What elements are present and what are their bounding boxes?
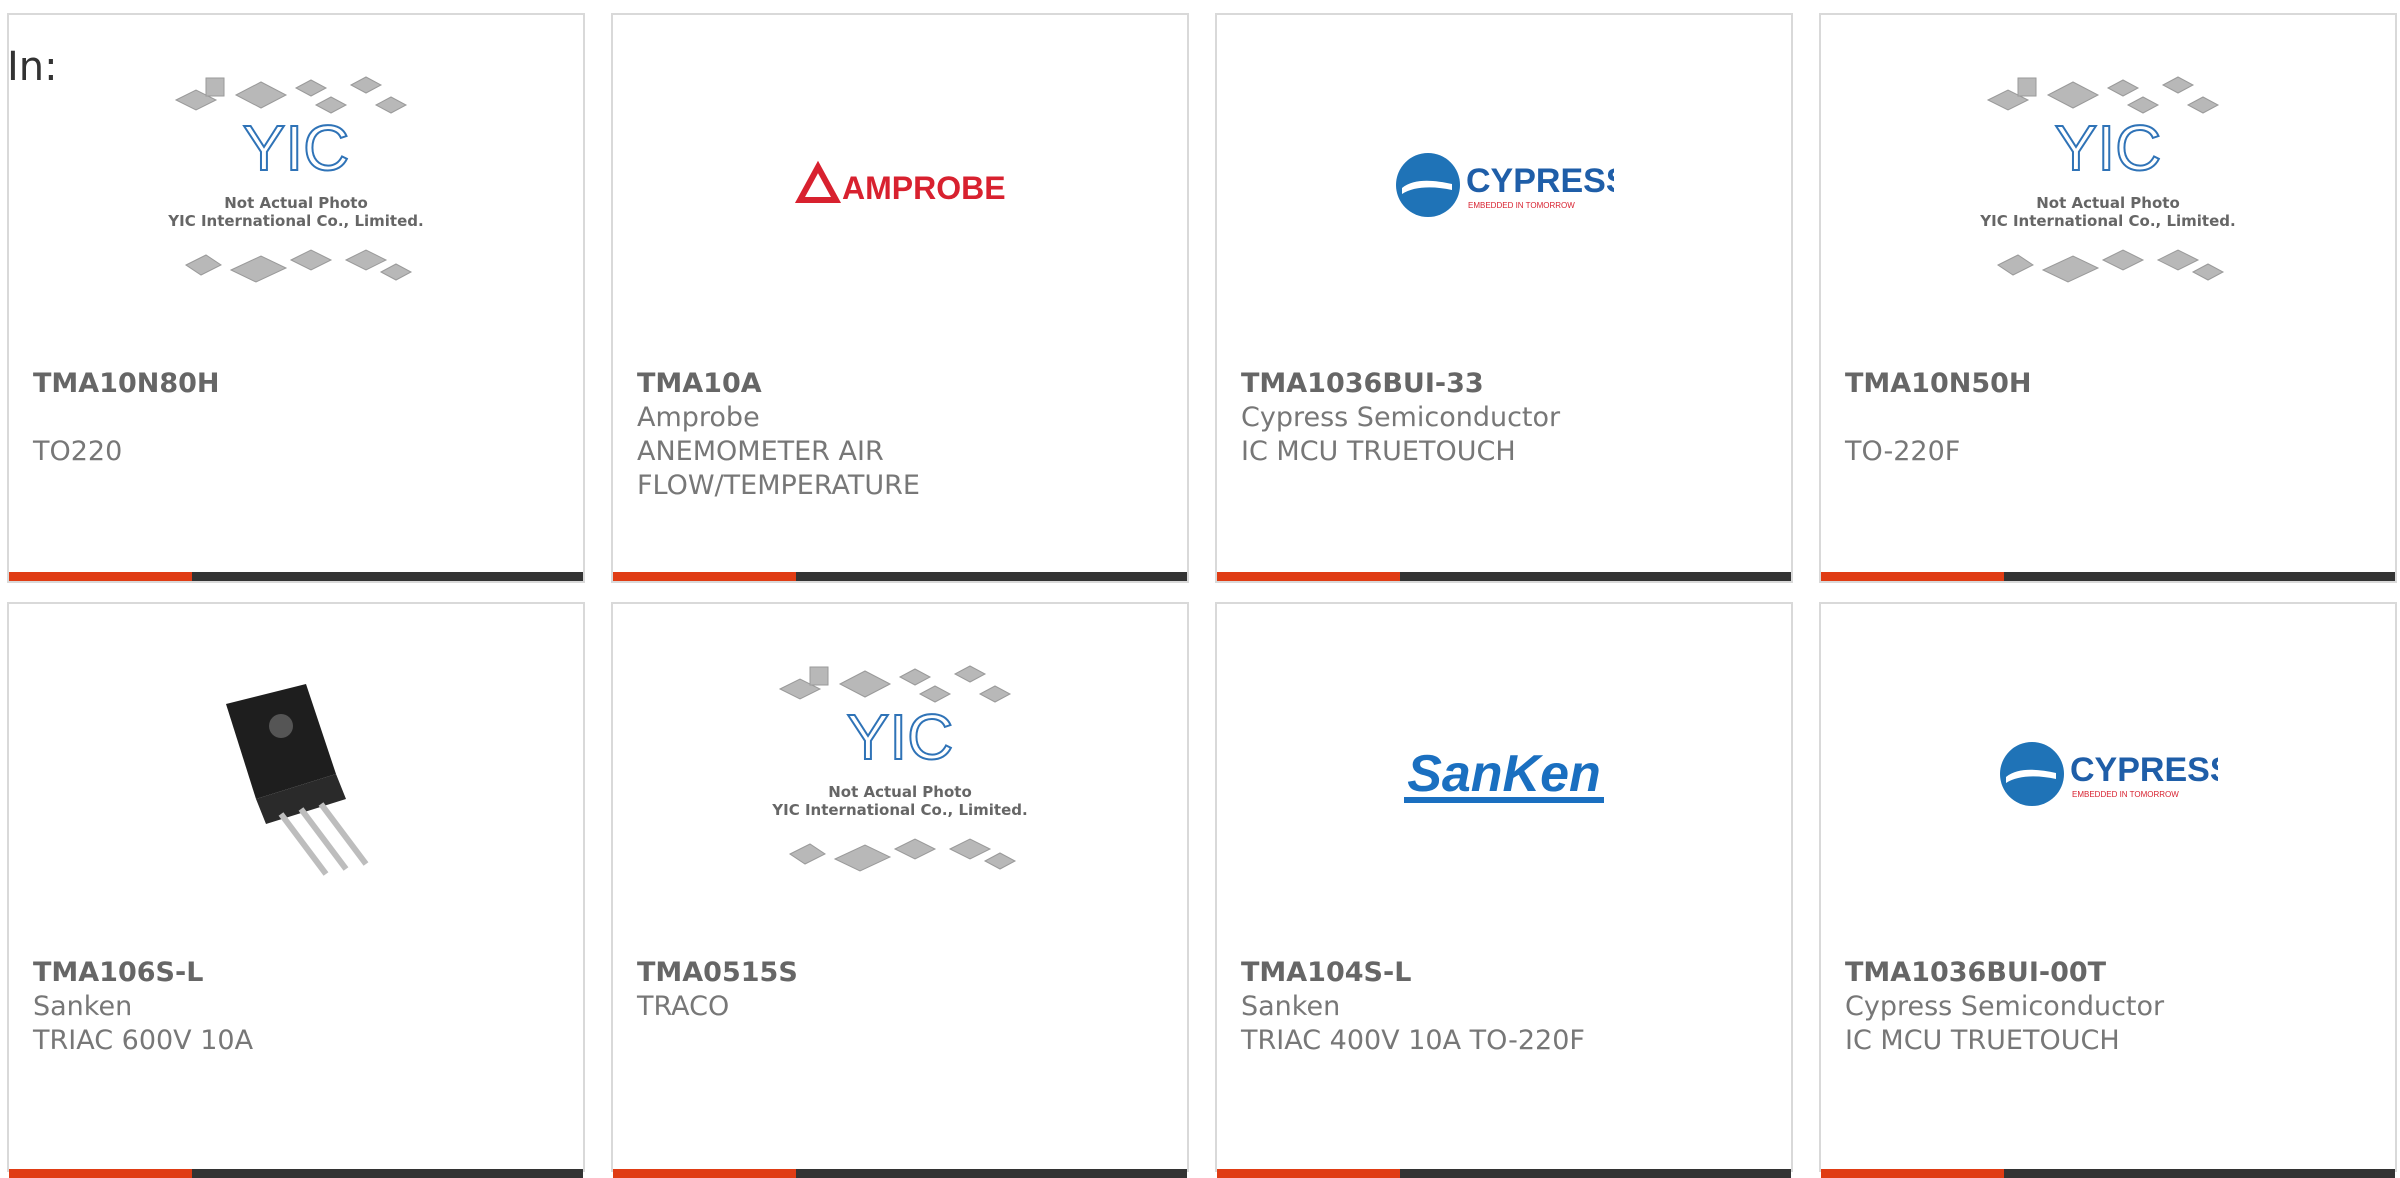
product-card[interactable]: AMPROBE TMA10A Amprobe ANEMOMETER AIR FL… — [611, 13, 1189, 583]
part-number[interactable]: TMA1036BUI-33 — [1241, 367, 1771, 401]
placeholder-caption-1: Not Actual Photo — [828, 783, 972, 801]
product-info: TMA10N50H TO-220F — [1845, 367, 2375, 469]
product-image[interactable]: YIC Not Actual Photo YIC International C… — [1821, 15, 2395, 355]
part-number[interactable]: TMA1036BUI-00T — [1845, 956, 2375, 990]
product-info: TMA10N80H TO220 — [33, 367, 563, 469]
manufacturer: Cypress Semiconductor — [1241, 402, 1561, 433]
part-number[interactable]: TMA104S-L — [1241, 956, 1771, 990]
svg-text:YIC: YIC — [243, 112, 350, 184]
manufacturer — [1845, 401, 2375, 435]
product-info: TMA1036BUI-00T Cypress Semiconductor IC … — [1845, 956, 2375, 1058]
accent-bar — [1217, 572, 1400, 581]
product-image[interactable]: SanKen — [1217, 604, 1791, 944]
description: ANEMOMETER AIR FLOW/TEMPERATURE — [637, 436, 920, 501]
accent-bar — [1217, 1169, 1400, 1178]
product-image[interactable]: YIC Not Actual Photo YIC International C… — [613, 604, 1187, 944]
cypress-tagline: EMBEDDED IN TOMORROW — [2072, 790, 2179, 799]
product-image[interactable]: CYPRESS EMBEDDED IN TOMORROW — [1821, 604, 2395, 944]
description: IC MCU TRUETOUCH — [1241, 436, 1516, 467]
manufacturer: Cypress Semiconductor — [1845, 991, 2165, 1022]
card-bottom-bar — [1821, 1169, 2395, 1178]
product-image[interactable]: AMPROBE — [613, 15, 1187, 355]
description: TO220 — [33, 436, 123, 467]
part-number[interactable]: TMA106S-L — [33, 956, 563, 990]
accent-bar — [613, 572, 796, 581]
cypress-logo: CYPRESS EMBEDDED IN TOMORROW — [2000, 742, 2218, 806]
manufacturer: Amprobe — [637, 402, 760, 433]
product-card[interactable]: TMA106S-L Sanken TRIAC 600V 10A — [7, 602, 585, 1178]
product-info: TMA10A Amprobe ANEMOMETER AIR FLOW/TEMPE… — [637, 367, 1167, 503]
manufacturer: Sanken — [1241, 991, 1341, 1022]
placeholder-caption-1: Not Actual Photo — [224, 194, 368, 212]
product-image[interactable]: YIC Not Actual Photo YIC International C… — [9, 15, 583, 355]
sanken-logo: SanKen — [1404, 745, 1604, 803]
accent-bar — [9, 1169, 192, 1178]
cypress-logo: CYPRESS EMBEDDED IN TOMORROW — [1396, 153, 1614, 217]
sanken-logo-text: SanKen — [1407, 745, 1601, 803]
product-card[interactable]: YIC Not Actual Photo YIC International C… — [611, 602, 1189, 1178]
manufacturer: Sanken — [33, 991, 133, 1022]
product-image[interactable] — [9, 604, 583, 944]
manufacturer: TRACO — [637, 991, 730, 1022]
filter-label: In: — [7, 44, 58, 90]
accent-bar — [613, 1169, 796, 1178]
description: IC MCU TRUETOUCH — [1845, 1025, 2120, 1056]
cypress-logo-text: CYPRESS — [1466, 162, 1614, 200]
part-number[interactable]: TMA0515S — [637, 956, 1167, 990]
accent-bar — [1821, 1169, 2004, 1178]
amprobe-logo-text: AMPROBE — [842, 170, 1006, 206]
part-number[interactable]: TMA10N80H — [33, 367, 563, 401]
placeholder-caption-2: YIC International Co., Limited. — [771, 801, 1027, 819]
description: TRIAC 400V 10A TO-220F — [1241, 1025, 1585, 1056]
amprobe-logo: AMPROBE — [794, 160, 1006, 206]
yic-placeholder-image: YIC Not Actual Photo YIC International C… — [167, 76, 424, 283]
placeholder-caption-1: Not Actual Photo — [2036, 194, 2180, 212]
card-bottom-bar — [9, 1169, 583, 1178]
to220-photo — [226, 684, 369, 876]
placeholder-caption-2: YIC International Co., Limited. — [167, 212, 423, 230]
yic-placeholder-image: YIC Not Actual Photo YIC International C… — [771, 665, 1028, 872]
svg-text:YIC: YIC — [847, 701, 954, 773]
product-info: TMA0515S TRACO — [637, 956, 1167, 1024]
cypress-tagline: EMBEDDED IN TOMORROW — [1468, 201, 1575, 210]
product-card[interactable]: YIC Not Actual Photo YIC International C… — [7, 13, 585, 583]
card-bottom-bar — [613, 1169, 1187, 1178]
description: TO-220F — [1845, 436, 1961, 467]
product-info: TMA1036BUI-33 Cypress Semiconductor IC M… — [1241, 367, 1771, 469]
cypress-logo-text: CYPRESS — [2070, 751, 2218, 789]
placeholder-caption-2: YIC International Co., Limited. — [1979, 212, 2235, 230]
product-card[interactable]: CYPRESS EMBEDDED IN TOMORROW TMA1036BUI-… — [1819, 602, 2397, 1178]
description: TRIAC 600V 10A — [33, 1025, 254, 1056]
product-info: TMA106S-L Sanken TRIAC 600V 10A — [33, 956, 563, 1058]
product-card[interactable]: SanKen TMA104S-L Sanken TRIAC 400V 10A T… — [1215, 602, 1793, 1178]
part-number[interactable]: TMA10A — [637, 367, 1167, 401]
accent-bar — [9, 572, 192, 581]
card-bottom-bar — [9, 572, 583, 581]
yic-placeholder-image: YIC Not Actual Photo YIC International C… — [1979, 76, 2236, 283]
card-bottom-bar — [1217, 1169, 1791, 1178]
card-bottom-bar — [1821, 572, 2395, 581]
svg-text:YIC: YIC — [2055, 112, 2162, 184]
part-number[interactable]: TMA10N50H — [1845, 367, 2375, 401]
product-image[interactable]: CYPRESS EMBEDDED IN TOMORROW — [1217, 15, 1791, 355]
card-bottom-bar — [1217, 572, 1791, 581]
accent-bar — [1821, 572, 2004, 581]
product-grid: YIC Not Actual Photo YIC International C… — [0, 0, 2400, 1178]
product-card[interactable]: CYPRESS EMBEDDED IN TOMORROW TMA1036BUI-… — [1215, 13, 1793, 583]
card-bottom-bar — [613, 572, 1187, 581]
product-card[interactable]: YIC Not Actual Photo YIC International C… — [1819, 13, 2397, 583]
manufacturer — [33, 401, 563, 435]
product-info: TMA104S-L Sanken TRIAC 400V 10A TO-220F — [1241, 956, 1771, 1058]
